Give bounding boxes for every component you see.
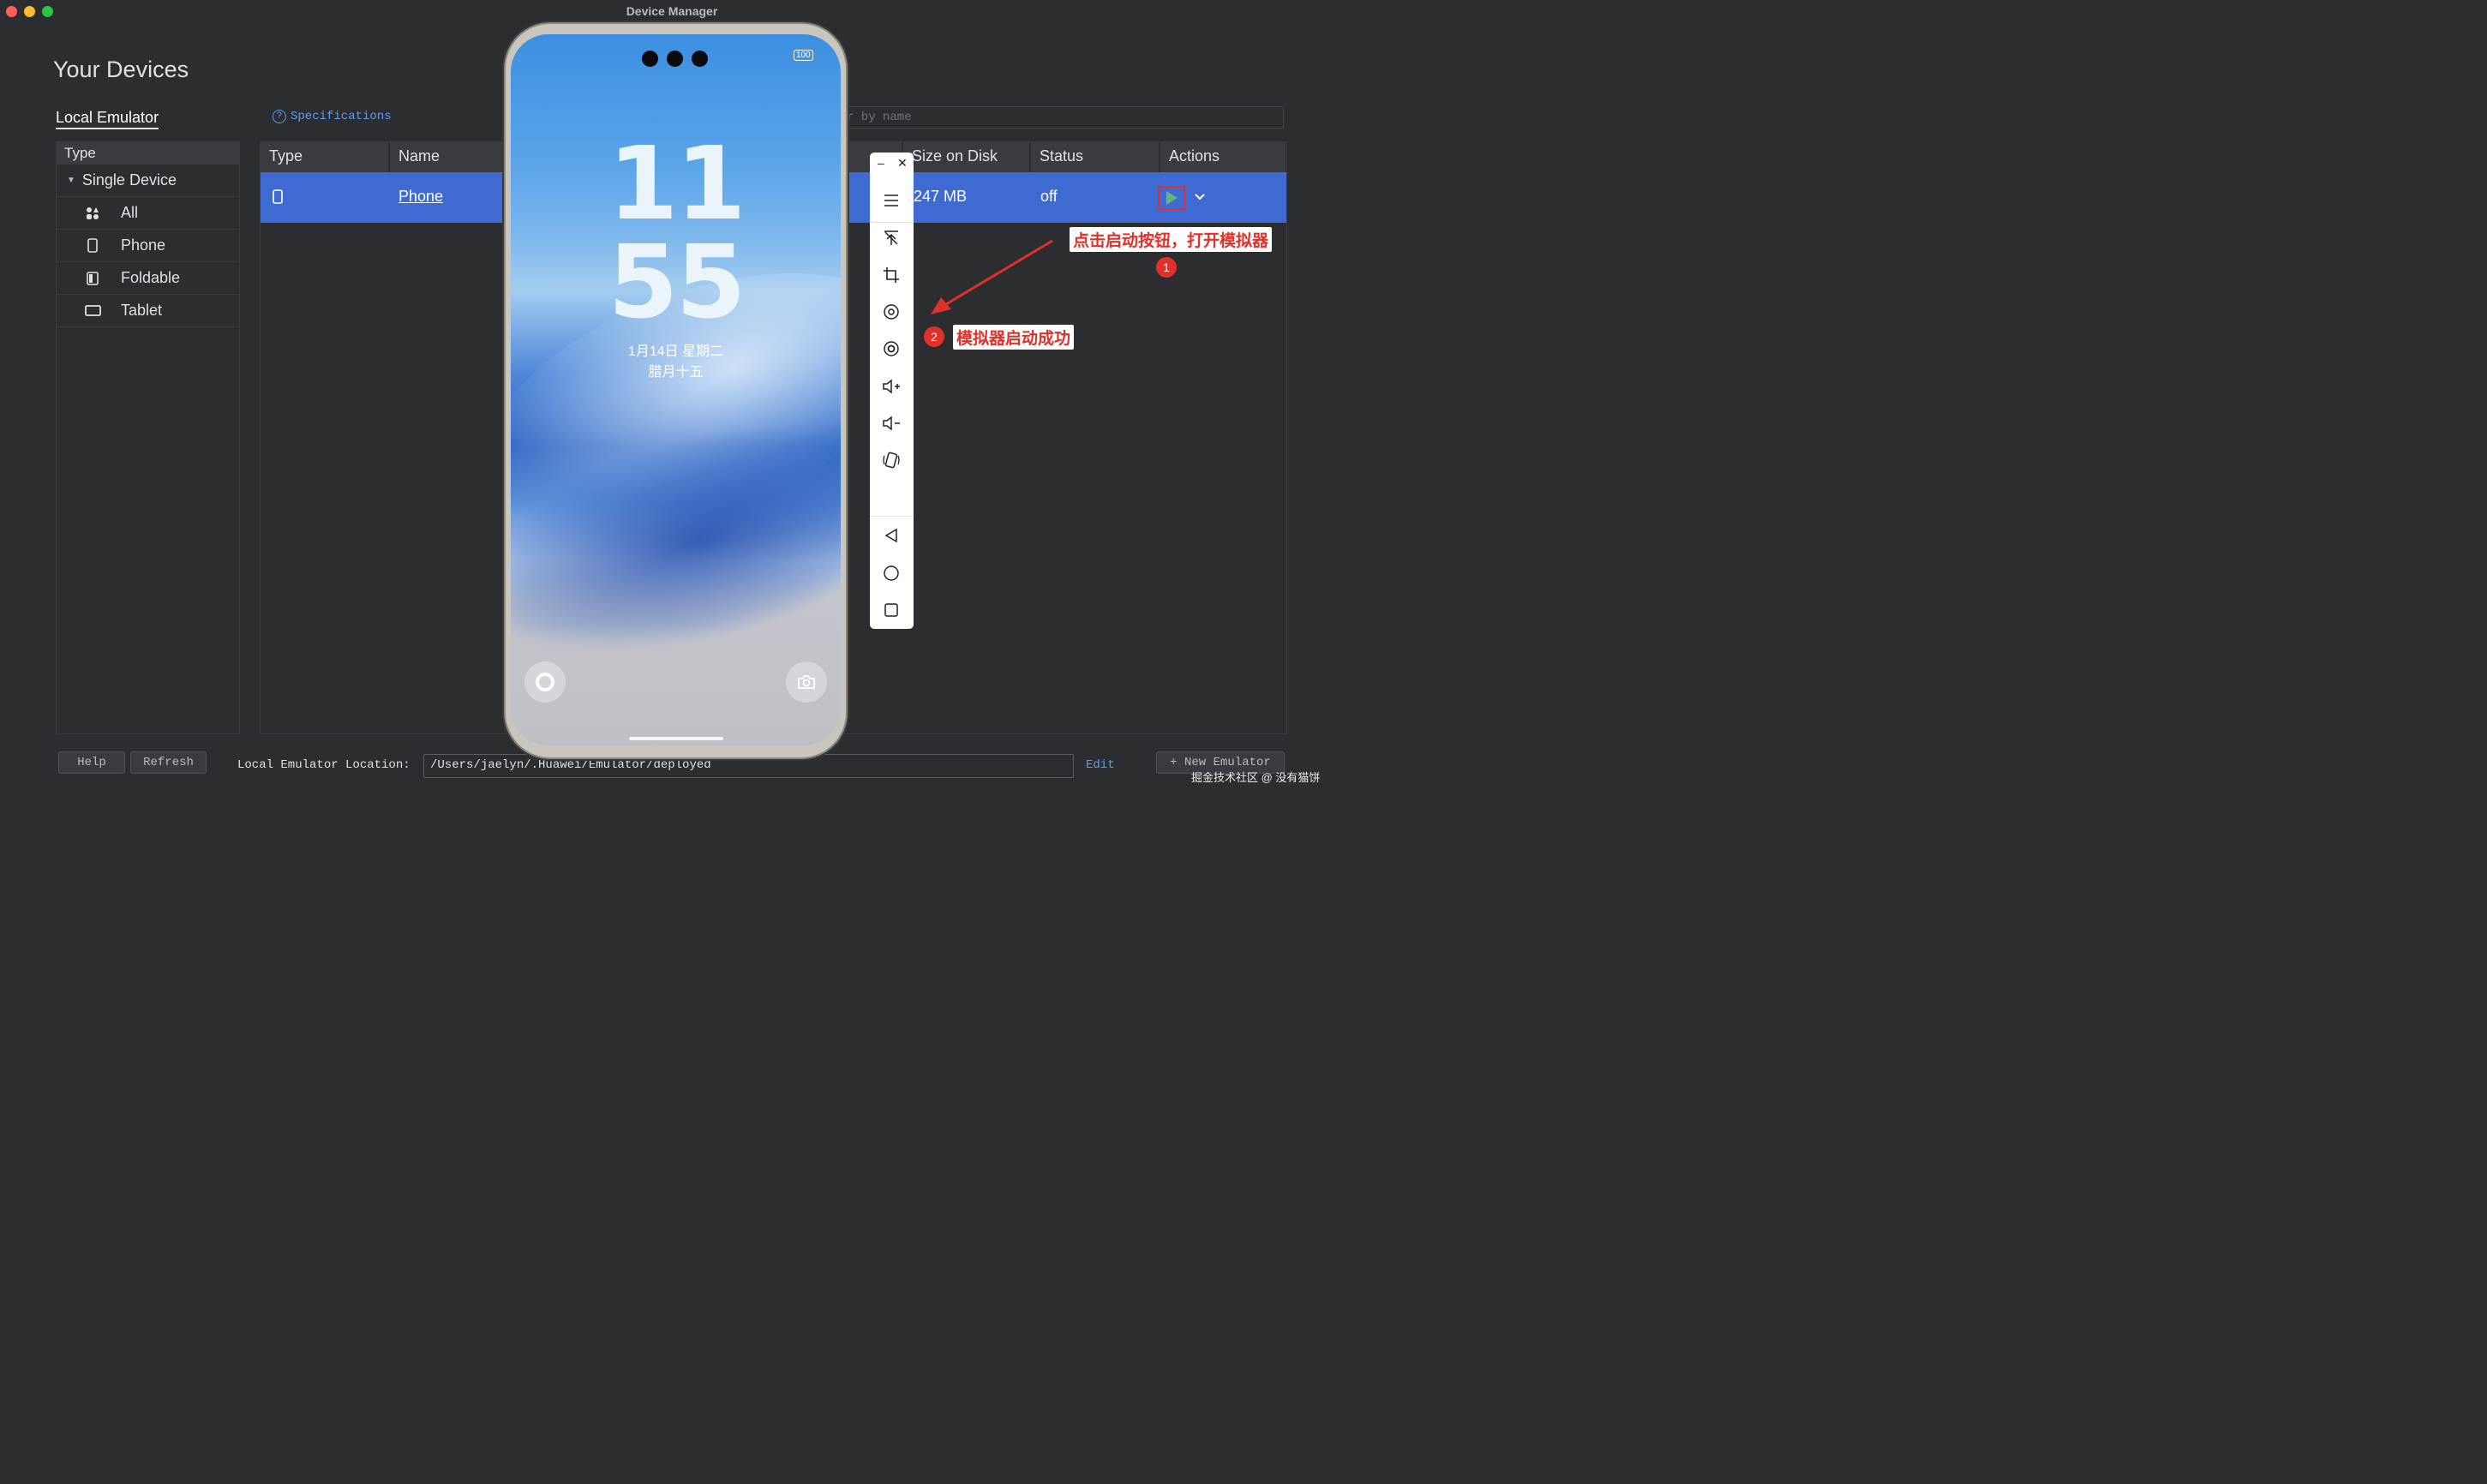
sidebar-group-label: Single Device — [81, 171, 177, 188]
camera-dot — [667, 51, 683, 67]
help-circle-icon: ? — [273, 110, 286, 123]
launch-button[interactable] — [1158, 186, 1185, 210]
lockscreen-hours: 11 — [608, 124, 746, 242]
home-indicator[interactable] — [629, 737, 723, 740]
back-icon[interactable] — [881, 525, 902, 546]
device-size: 247 MB — [914, 188, 968, 205]
annotation-step2-text: 模拟器启动成功 — [953, 325, 1075, 350]
window-title: Device Manager — [626, 4, 718, 18]
page-title: Your Devices — [53, 57, 189, 82]
sidebar-header: Type — [57, 142, 239, 165]
foldable-icon — [84, 271, 101, 285]
annotation-step2-badge: 2 — [924, 326, 944, 347]
sidebar-item-tablet[interactable]: Tablet — [57, 295, 239, 327]
volume-up-icon[interactable] — [881, 376, 902, 397]
sidebar-item-label: All — [121, 204, 139, 221]
lockscreen-minutes: 55 — [608, 223, 746, 341]
grid-icon — [84, 206, 101, 220]
emulator-toolbar: – ✕ — [870, 153, 914, 629]
play-icon — [1166, 191, 1178, 205]
sidebar-item-label: Tablet — [121, 302, 163, 319]
column-header-type[interactable]: Type — [261, 142, 389, 172]
annotation-arrow — [931, 239, 1053, 314]
emulator-screen[interactable]: 100 11 55 1月14日 星期二 腊月十五 — [511, 34, 841, 745]
lockscreen-date: 1月14日 星期二 — [627, 344, 724, 359]
battery-indicator: 100 — [794, 50, 813, 61]
help-button[interactable]: Help — [58, 751, 125, 774]
annotation-step1-text: 点击启动按钮，打开模拟器 — [1070, 227, 1273, 252]
toolbar-divider — [870, 516, 914, 517]
sidebar-item-phone[interactable]: Phone — [57, 230, 239, 262]
volume-down-icon[interactable] — [881, 413, 902, 434]
shake-icon[interactable] — [881, 450, 902, 470]
edit-link[interactable]: Edit — [1086, 758, 1115, 772]
chevron-down-icon[interactable] — [1195, 189, 1205, 203]
home-icon[interactable] — [881, 563, 902, 583]
sidebar-item-all[interactable]: All — [57, 197, 239, 230]
tablet-icon — [84, 305, 101, 316]
camera-dot — [642, 51, 658, 67]
title-bar: Device Manager — [0, 0, 1344, 24]
watermark: 掘金技术社区 @ 没有猫饼 — [1191, 771, 1321, 784]
sidebar-item-foldable[interactable]: Foldable — [57, 262, 239, 295]
close-icon[interactable]: ✕ — [897, 156, 908, 171]
column-header-status[interactable]: Status — [1031, 142, 1160, 172]
sidebar-item-label: Foldable — [121, 269, 181, 286]
tab-local-emulator[interactable]: Local Emulator — [56, 109, 159, 129]
new-emulator-label: New Emulator — [1184, 756, 1271, 769]
column-header-size[interactable]: Size on Disk — [903, 142, 1030, 172]
device-name-link[interactable]: Phone — [399, 188, 443, 206]
sidebar-item-label: Phone — [121, 236, 166, 254]
lockscreen-lunar-date: 腊月十五 — [648, 365, 704, 380]
crop-screenshot-icon[interactable] — [881, 265, 902, 285]
specifications-link[interactable]: ? Specifications — [273, 110, 392, 123]
minimize-icon[interactable]: – — [878, 156, 884, 170]
refresh-button[interactable]: Refresh — [130, 751, 207, 774]
annotation-step1-badge: 1 — [1156, 257, 1177, 278]
sidebar-group-single-device[interactable]: ▼ Single Device — [57, 165, 239, 197]
camera-icon — [798, 675, 815, 689]
menu-icon[interactable] — [881, 190, 902, 211]
pin-top-icon[interactable] — [881, 228, 902, 248]
type-sidebar: Type ▼ Single Device All Phone Foldable … — [56, 141, 240, 734]
location-label: Local Emulator Location: — [237, 758, 411, 772]
phone-icon — [273, 189, 283, 208]
specifications-label: Specifications — [291, 110, 392, 123]
ring-icon — [536, 673, 554, 691]
record-icon[interactable] — [881, 338, 902, 359]
rotate-icon[interactable] — [881, 302, 902, 322]
plus-icon: + — [1170, 756, 1178, 769]
search-input[interactable]: r by name — [844, 106, 1284, 129]
lockscreen-circle-button[interactable] — [524, 661, 566, 703]
lockscreen-camera-button[interactable] — [786, 661, 827, 703]
triangle-down-icon: ▼ — [67, 176, 75, 185]
column-header-actions: Actions — [1160, 142, 1286, 172]
camera-dot — [692, 51, 708, 67]
phone-icon — [84, 238, 101, 253]
toolbar-divider — [870, 222, 914, 223]
location-input[interactable]: /Users/jaelyn/.Huawei/Emulator/deployed — [423, 754, 1074, 778]
device-status: off — [1040, 188, 1058, 205]
recents-icon[interactable] — [881, 600, 902, 620]
